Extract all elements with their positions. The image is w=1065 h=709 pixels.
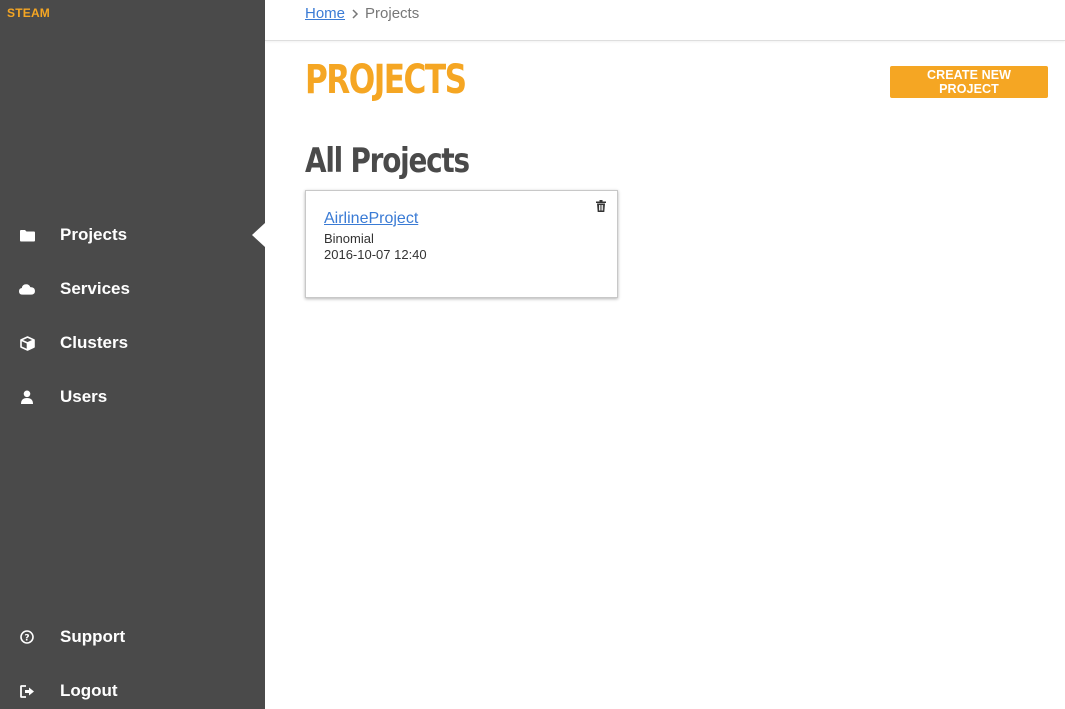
sidebar-item-label: Support xyxy=(60,627,126,646)
create-new-project-button[interactable]: CREATE NEW PROJECT xyxy=(890,66,1048,98)
project-created-date: 2016-10-07 12:40 xyxy=(324,247,427,262)
sidebar-item-projects[interactable]: Projects xyxy=(0,215,265,255)
page-title: PROJECTS xyxy=(305,57,467,103)
svg-text:?: ? xyxy=(24,634,29,644)
project-type: Binomial xyxy=(324,231,374,246)
trash-icon[interactable] xyxy=(596,199,608,212)
brand-logo[interactable]: STEAM xyxy=(7,6,50,20)
sidebar-item-services[interactable]: Services xyxy=(0,269,265,309)
active-indicator xyxy=(252,223,265,247)
breadcrumb-home-link[interactable]: Home xyxy=(305,5,345,22)
project-name-link[interactable]: AirlineProject xyxy=(324,210,418,228)
sidebar-item-clusters[interactable]: Clusters xyxy=(0,323,265,363)
sidebar-item-users[interactable]: Users xyxy=(0,377,265,417)
topbar: Home Projects xyxy=(265,0,1065,41)
sidebar-item-label: Users xyxy=(60,387,108,406)
chevron-right-icon xyxy=(351,8,359,19)
question-circle-icon: ? xyxy=(19,629,35,645)
sidebar-item-label: Clusters xyxy=(60,333,129,352)
project-card: AirlineProject Binomial 2016-10-07 12:40 xyxy=(305,190,618,298)
section-title: All Projects xyxy=(305,141,470,181)
cloud-icon xyxy=(19,281,35,297)
sidebar-item-logout[interactable]: Logout xyxy=(0,671,265,709)
sidebar: STEAM Projects Services Clusters Users ?… xyxy=(0,0,265,709)
logout-icon xyxy=(19,683,35,699)
breadcrumb: Home Projects xyxy=(305,5,419,22)
main-content: PROJECTS CREATE NEW PROJECT All Projects… xyxy=(265,41,1065,709)
sidebar-item-label: Projects xyxy=(60,225,128,244)
app-root: STEAM Projects Services Clusters Users ?… xyxy=(0,0,1065,709)
cube-icon xyxy=(19,335,35,351)
user-icon xyxy=(19,389,35,405)
sidebar-item-label: Services xyxy=(60,279,130,298)
sidebar-item-label: Logout xyxy=(60,681,118,700)
breadcrumb-current: Projects xyxy=(365,5,420,22)
sidebar-item-support[interactable]: ? Support xyxy=(0,617,265,657)
folder-icon xyxy=(19,227,35,243)
